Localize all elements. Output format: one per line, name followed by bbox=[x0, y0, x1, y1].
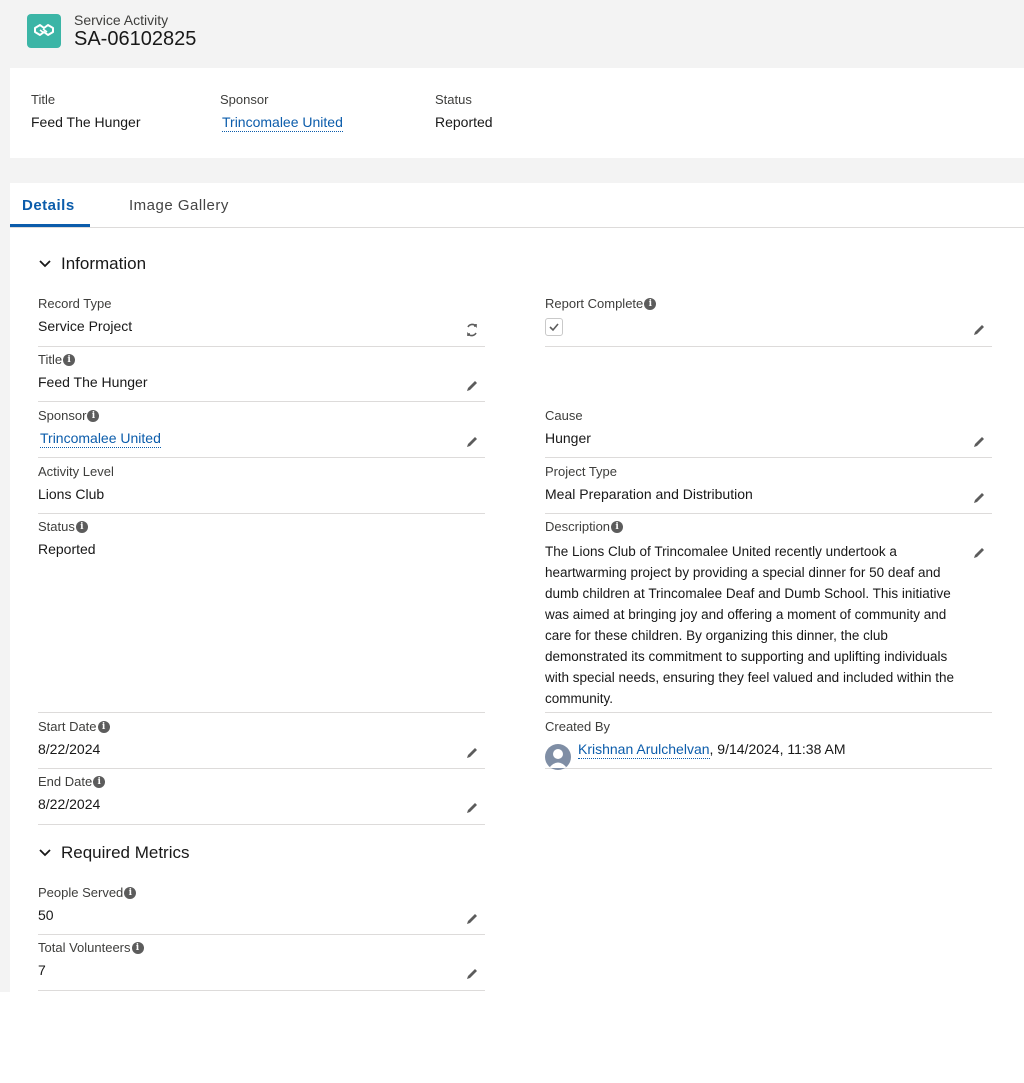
field-title: Title i Feed The Hunger bbox=[38, 352, 485, 402]
field-cause: Cause Hunger bbox=[545, 408, 992, 458]
info-icon[interactable]: i bbox=[611, 520, 624, 533]
info-icon[interactable]: i bbox=[644, 297, 657, 310]
field-start-date: Start Date i 8/22/2024 bbox=[38, 719, 485, 769]
highlight-title-value: Feed The Hunger bbox=[31, 114, 141, 130]
blank-area bbox=[0, 992, 1024, 1083]
created-by-timestamp: , 9/14/2024, 11:38 AM bbox=[709, 741, 846, 757]
field-report-complete: Report Complete i bbox=[545, 296, 992, 347]
info-icon[interactable]: i bbox=[131, 941, 144, 954]
field-label: Sponsor i bbox=[38, 408, 100, 423]
section-information-title: Information bbox=[61, 254, 147, 273]
field-value: 8/22/2024 bbox=[38, 741, 101, 757]
field-value: 50 bbox=[38, 907, 54, 923]
user-icon bbox=[549, 749, 567, 768]
field-sponsor: Sponsor i Trincomalee United bbox=[38, 408, 485, 458]
section-information-toggle[interactable]: Information bbox=[38, 254, 146, 274]
field-value: Reported bbox=[38, 541, 96, 557]
field-value: Lions Club bbox=[38, 486, 105, 502]
tab-bar: Details Image Gallery bbox=[10, 183, 1024, 228]
tab-image-gallery[interactable]: Image Gallery bbox=[129, 197, 229, 214]
page-gutter bbox=[0, 68, 10, 992]
highlight-status: Status Reported bbox=[435, 92, 493, 130]
pencil-icon[interactable] bbox=[971, 322, 987, 338]
checkmark-icon bbox=[549, 323, 559, 332]
field-label: Status i bbox=[38, 519, 88, 534]
field-value: Feed The Hunger bbox=[38, 374, 148, 390]
pencil-icon[interactable] bbox=[464, 800, 480, 816]
field-label: Record Type bbox=[38, 296, 112, 311]
pencil-icon[interactable] bbox=[971, 490, 987, 506]
field-label: Total Volunteers i bbox=[38, 940, 144, 955]
tab-details[interactable]: Details bbox=[22, 197, 75, 214]
field-label: Start Date i bbox=[38, 719, 110, 734]
field-created-by: Created By Krishnan Arulchelvan, 9/14/20… bbox=[545, 719, 992, 770]
field-people-served: People Served i 50 bbox=[38, 885, 485, 935]
info-icon[interactable]: i bbox=[93, 775, 106, 788]
field-label: Activity Level bbox=[38, 464, 114, 479]
chevron-down-icon bbox=[39, 849, 51, 857]
record-header: Service Activity SA-06102825 bbox=[0, 0, 1024, 68]
field-project-type: Project Type Meal Preparation and Distri… bbox=[545, 464, 992, 514]
chevron-down-icon bbox=[39, 260, 51, 268]
avatar[interactable] bbox=[545, 744, 571, 770]
field-value: 7 bbox=[38, 962, 46, 978]
info-icon[interactable]: i bbox=[63, 353, 76, 366]
section-required-metrics-title: Required Metrics bbox=[61, 843, 190, 862]
panel-gap bbox=[0, 158, 1024, 183]
pencil-icon[interactable] bbox=[464, 966, 480, 982]
pencil-icon[interactable] bbox=[464, 434, 480, 450]
pencil-icon[interactable] bbox=[971, 434, 987, 450]
field-status: Status i Reported bbox=[38, 519, 485, 713]
report-complete-checkbox[interactable] bbox=[545, 318, 563, 336]
highlight-sponsor: Sponsor Trincomalee United bbox=[220, 92, 343, 132]
field-label: Title i bbox=[38, 352, 76, 367]
info-icon[interactable]: i bbox=[97, 720, 110, 733]
field-description: Description i The Lions Club of Trincomal… bbox=[545, 519, 992, 713]
highlights-panel: Title Feed The Hunger Sponsor Trincomale… bbox=[10, 70, 1024, 158]
field-total-volunteers: Total Volunteers i 7 bbox=[38, 940, 485, 991]
change-record-type-icon[interactable] bbox=[464, 322, 480, 338]
field-end-date: End Date i 8/22/2024 bbox=[38, 774, 485, 825]
record-name: SA-06102825 bbox=[74, 28, 197, 50]
highlight-title-label: Title bbox=[31, 92, 56, 107]
active-tab-indicator bbox=[10, 224, 90, 227]
description-text: The Lions Club of Trincomalee United rec… bbox=[545, 544, 955, 706]
highlight-sponsor-link[interactable]: Trincomalee United bbox=[222, 114, 343, 132]
created-by-user-link[interactable]: Krishnan Arulchelvan bbox=[578, 741, 710, 759]
pencil-icon[interactable] bbox=[464, 378, 480, 394]
pencil-icon[interactable] bbox=[464, 745, 480, 761]
field-record-type: Record Type Service Project bbox=[38, 296, 485, 347]
info-icon[interactable]: i bbox=[124, 886, 137, 899]
field-label: People Served i bbox=[38, 885, 137, 900]
handshake-icon bbox=[27, 14, 61, 48]
field-value: Hunger bbox=[545, 430, 591, 446]
field-value: Service Project bbox=[38, 318, 133, 334]
field-label: Description i bbox=[545, 519, 624, 534]
section-required-metrics-toggle[interactable]: Required Metrics bbox=[38, 843, 190, 863]
pencil-icon[interactable] bbox=[464, 911, 480, 927]
field-label: Project Type bbox=[545, 464, 618, 479]
highlight-title: Title Feed The Hunger bbox=[31, 92, 140, 130]
info-icon[interactable]: i bbox=[75, 520, 88, 533]
highlight-sponsor-label: Sponsor bbox=[220, 92, 269, 107]
sponsor-link[interactable]: Trincomalee United bbox=[40, 430, 161, 448]
info-icon[interactable]: i bbox=[87, 409, 100, 422]
field-label: Report Complete i bbox=[545, 296, 657, 311]
field-value: 8/22/2024 bbox=[38, 796, 101, 812]
field-activity-level: Activity Level Lions Club bbox=[38, 464, 485, 514]
highlight-status-label: Status bbox=[435, 92, 472, 107]
highlight-status-value: Reported bbox=[435, 114, 493, 130]
pencil-icon[interactable] bbox=[971, 545, 987, 561]
field-label: Created By bbox=[545, 719, 611, 734]
field-label: Cause bbox=[545, 408, 583, 423]
field-label: End Date i bbox=[38, 774, 106, 789]
object-type-label: Service Activity bbox=[74, 12, 169, 28]
field-value: Meal Preparation and Distribution bbox=[545, 486, 753, 502]
